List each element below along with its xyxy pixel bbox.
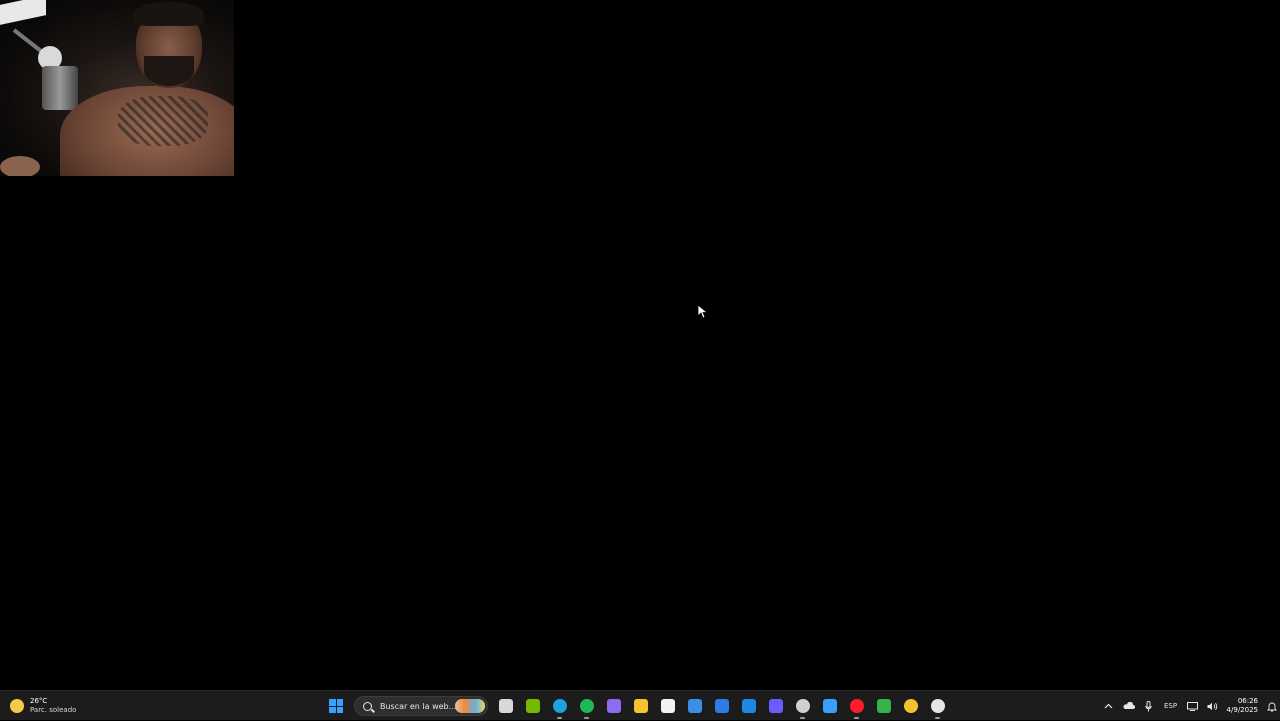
taskbar-app-snipping[interactable] xyxy=(816,691,843,721)
taskbar-app-copilot[interactable] xyxy=(600,691,627,721)
outlook-icon xyxy=(741,699,756,713)
running-indicator xyxy=(584,717,589,719)
taskbar-app-chrome[interactable] xyxy=(789,691,816,721)
file-explorer-icon xyxy=(633,699,648,713)
onedrive-cloud-icon[interactable] xyxy=(1119,691,1139,721)
running-indicator xyxy=(854,717,859,719)
task-view-icon xyxy=(498,699,513,713)
app-green-icon xyxy=(876,699,891,713)
taskbar-app-nvidia[interactable] xyxy=(519,691,546,721)
clock[interactable]: 06:26 4/9/2025 xyxy=(1227,697,1258,715)
taskbar-app-edge[interactable] xyxy=(546,691,573,721)
taskbar-app-app-yellow[interactable] xyxy=(897,691,924,721)
weather-temperature: 26°C xyxy=(30,697,48,705)
taskbar-app-spotify[interactable] xyxy=(573,691,600,721)
desktop xyxy=(0,0,1280,690)
photos-icon xyxy=(768,699,783,713)
copilot-icon xyxy=(606,699,621,713)
edge-icon xyxy=(552,699,567,713)
weather-condition: Parc. soleado xyxy=(30,706,77,714)
snipping-icon xyxy=(822,699,837,713)
running-indicator xyxy=(935,717,940,719)
person-hair xyxy=(134,2,204,26)
taskbar-app-store[interactable] xyxy=(681,691,708,721)
store-icon xyxy=(687,699,702,713)
weather-widget[interactable]: 26°C Parc. soleado xyxy=(10,695,76,717)
spotify-icon xyxy=(579,699,594,713)
nvidia-icon xyxy=(525,699,540,713)
clock-date: 4/9/2025 xyxy=(1226,706,1258,714)
taskbar-app-photos[interactable] xyxy=(762,691,789,721)
taskbar-app-task-view[interactable] xyxy=(492,691,519,721)
mouse-cursor-icon xyxy=(698,305,708,319)
search-highlight-icon xyxy=(455,699,485,713)
studio-light xyxy=(0,0,46,25)
language-indicator[interactable]: ESP xyxy=(1159,702,1183,710)
taskbar-app-app-blue[interactable] xyxy=(708,691,735,721)
search-placeholder: Buscar en la web... xyxy=(380,701,457,711)
taskbar-app-settings[interactable] xyxy=(924,691,951,721)
windows-icon xyxy=(329,699,343,713)
clock-time: 06:26 xyxy=(1237,697,1258,705)
taskbar-app-outlook[interactable] xyxy=(735,691,762,721)
microphone-icon[interactable] xyxy=(1139,691,1159,721)
app-yellow-icon xyxy=(903,699,918,713)
webcam-overlay xyxy=(0,0,234,176)
running-indicator xyxy=(800,717,805,719)
sun-icon xyxy=(10,699,24,713)
taskbar-app-file-explorer[interactable] xyxy=(627,691,654,721)
taskbar: 26°C Parc. soleado Buscar en la web... E… xyxy=(0,690,1280,720)
network-icon[interactable] xyxy=(1183,691,1203,721)
notifications-bell-icon[interactable] xyxy=(1264,691,1280,721)
person-hand xyxy=(0,156,40,176)
taskbar-app-app-green[interactable] xyxy=(870,691,897,721)
search-box[interactable]: Buscar en la web... xyxy=(354,696,488,716)
taskbar-app-notepad[interactable] xyxy=(654,691,681,721)
volume-icon[interactable] xyxy=(1203,691,1223,721)
start-button[interactable] xyxy=(322,691,350,721)
chest-tattoo xyxy=(118,96,208,146)
taskbar-app-opera[interactable] xyxy=(843,691,870,721)
opera-icon xyxy=(849,699,864,713)
microphone xyxy=(42,66,78,110)
chrome-icon xyxy=(795,699,810,713)
show-hidden-icons-chevron-up-icon[interactable] xyxy=(1099,691,1119,721)
person-beard xyxy=(144,56,194,86)
notepad-icon xyxy=(660,699,675,713)
settings-icon xyxy=(930,699,945,713)
taskbar-center: Buscar en la web... xyxy=(322,691,951,721)
app-blue-icon xyxy=(714,699,729,713)
search-icon xyxy=(363,701,372,711)
running-indicator xyxy=(557,717,562,719)
system-tray: ESP 06:26 4/9/2025 xyxy=(1099,691,1280,721)
